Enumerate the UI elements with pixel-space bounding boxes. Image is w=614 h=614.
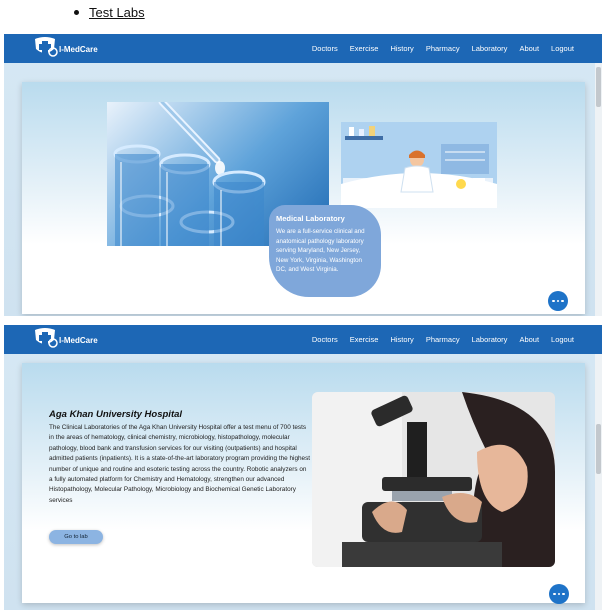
nav-logout[interactable]: Logout bbox=[551, 44, 574, 53]
nav-laboratory[interactable]: Laboratory bbox=[472, 335, 508, 344]
scrollbar[interactable] bbox=[595, 354, 602, 610]
nav-history[interactable]: History bbox=[390, 44, 413, 53]
nav-about[interactable]: About bbox=[519, 335, 539, 344]
brand-logo[interactable]: I-MedCare bbox=[32, 36, 98, 58]
nav-exercise[interactable]: Exercise bbox=[350, 335, 379, 344]
lab-info-bubble: Medical Laboratory We are a full-service… bbox=[269, 205, 381, 297]
nav-menu: Doctors Exercise History Pharmacy Labora… bbox=[312, 34, 574, 63]
hospital-description: The Clinical Laboratories of the Aga Kha… bbox=[49, 424, 311, 504]
scientist-illustration bbox=[341, 122, 497, 208]
nav-pharmacy[interactable]: Pharmacy bbox=[426, 44, 460, 53]
chat-bubble-icon[interactable] bbox=[548, 291, 568, 311]
screenshot-lab-page: I-MedCare Doctors Exercise History Pharm… bbox=[4, 34, 602, 316]
doc-bullet-item: Test Labs bbox=[74, 5, 145, 20]
navbar: I-MedCare Doctors Exercise History Pharm… bbox=[4, 34, 602, 63]
test-labs-link[interactable]: Test Labs bbox=[89, 5, 145, 20]
nav-laboratory[interactable]: Laboratory bbox=[472, 44, 508, 53]
lab-info-title: Medical Laboratory bbox=[276, 214, 345, 223]
nav-pharmacy[interactable]: Pharmacy bbox=[426, 335, 460, 344]
nav-doctors[interactable]: Doctors bbox=[312, 335, 338, 344]
navbar: I-MedCare Doctors Exercise History Pharm… bbox=[4, 325, 602, 354]
go-to-lab-button[interactable]: Go to lab bbox=[49, 530, 103, 544]
lab-hero-card: Medical Laboratory We are a full-service… bbox=[22, 82, 585, 314]
microscope-image bbox=[312, 392, 555, 567]
bullet-dot bbox=[74, 10, 79, 15]
nav-menu: Doctors Exercise History Pharmacy Labora… bbox=[312, 325, 574, 354]
medical-cross-logo-icon bbox=[35, 37, 58, 57]
screenshot-hospital-page: I-MedCare Doctors Exercise History Pharm… bbox=[4, 325, 602, 610]
hospital-name: Aga Khan University Hospital bbox=[49, 409, 183, 420]
brand-logo[interactable]: I-MedCare bbox=[32, 327, 98, 349]
chat-bubble-icon[interactable] bbox=[549, 584, 569, 604]
microscope-photo bbox=[312, 392, 555, 567]
scientist-lab-illustration bbox=[341, 122, 497, 208]
nav-doctors[interactable]: Doctors bbox=[312, 44, 338, 53]
medical-cross-logo-icon bbox=[35, 328, 58, 348]
nav-about[interactable]: About bbox=[519, 44, 539, 53]
scrollbar[interactable] bbox=[595, 63, 602, 316]
brand-name: I-MedCare bbox=[59, 336, 98, 345]
nav-exercise[interactable]: Exercise bbox=[350, 44, 379, 53]
nav-history[interactable]: History bbox=[390, 335, 413, 344]
brand-name: I-MedCare bbox=[59, 45, 98, 54]
lab-info-text: We are a full-service clinical and anato… bbox=[276, 228, 365, 274]
nav-logout[interactable]: Logout bbox=[551, 335, 574, 344]
